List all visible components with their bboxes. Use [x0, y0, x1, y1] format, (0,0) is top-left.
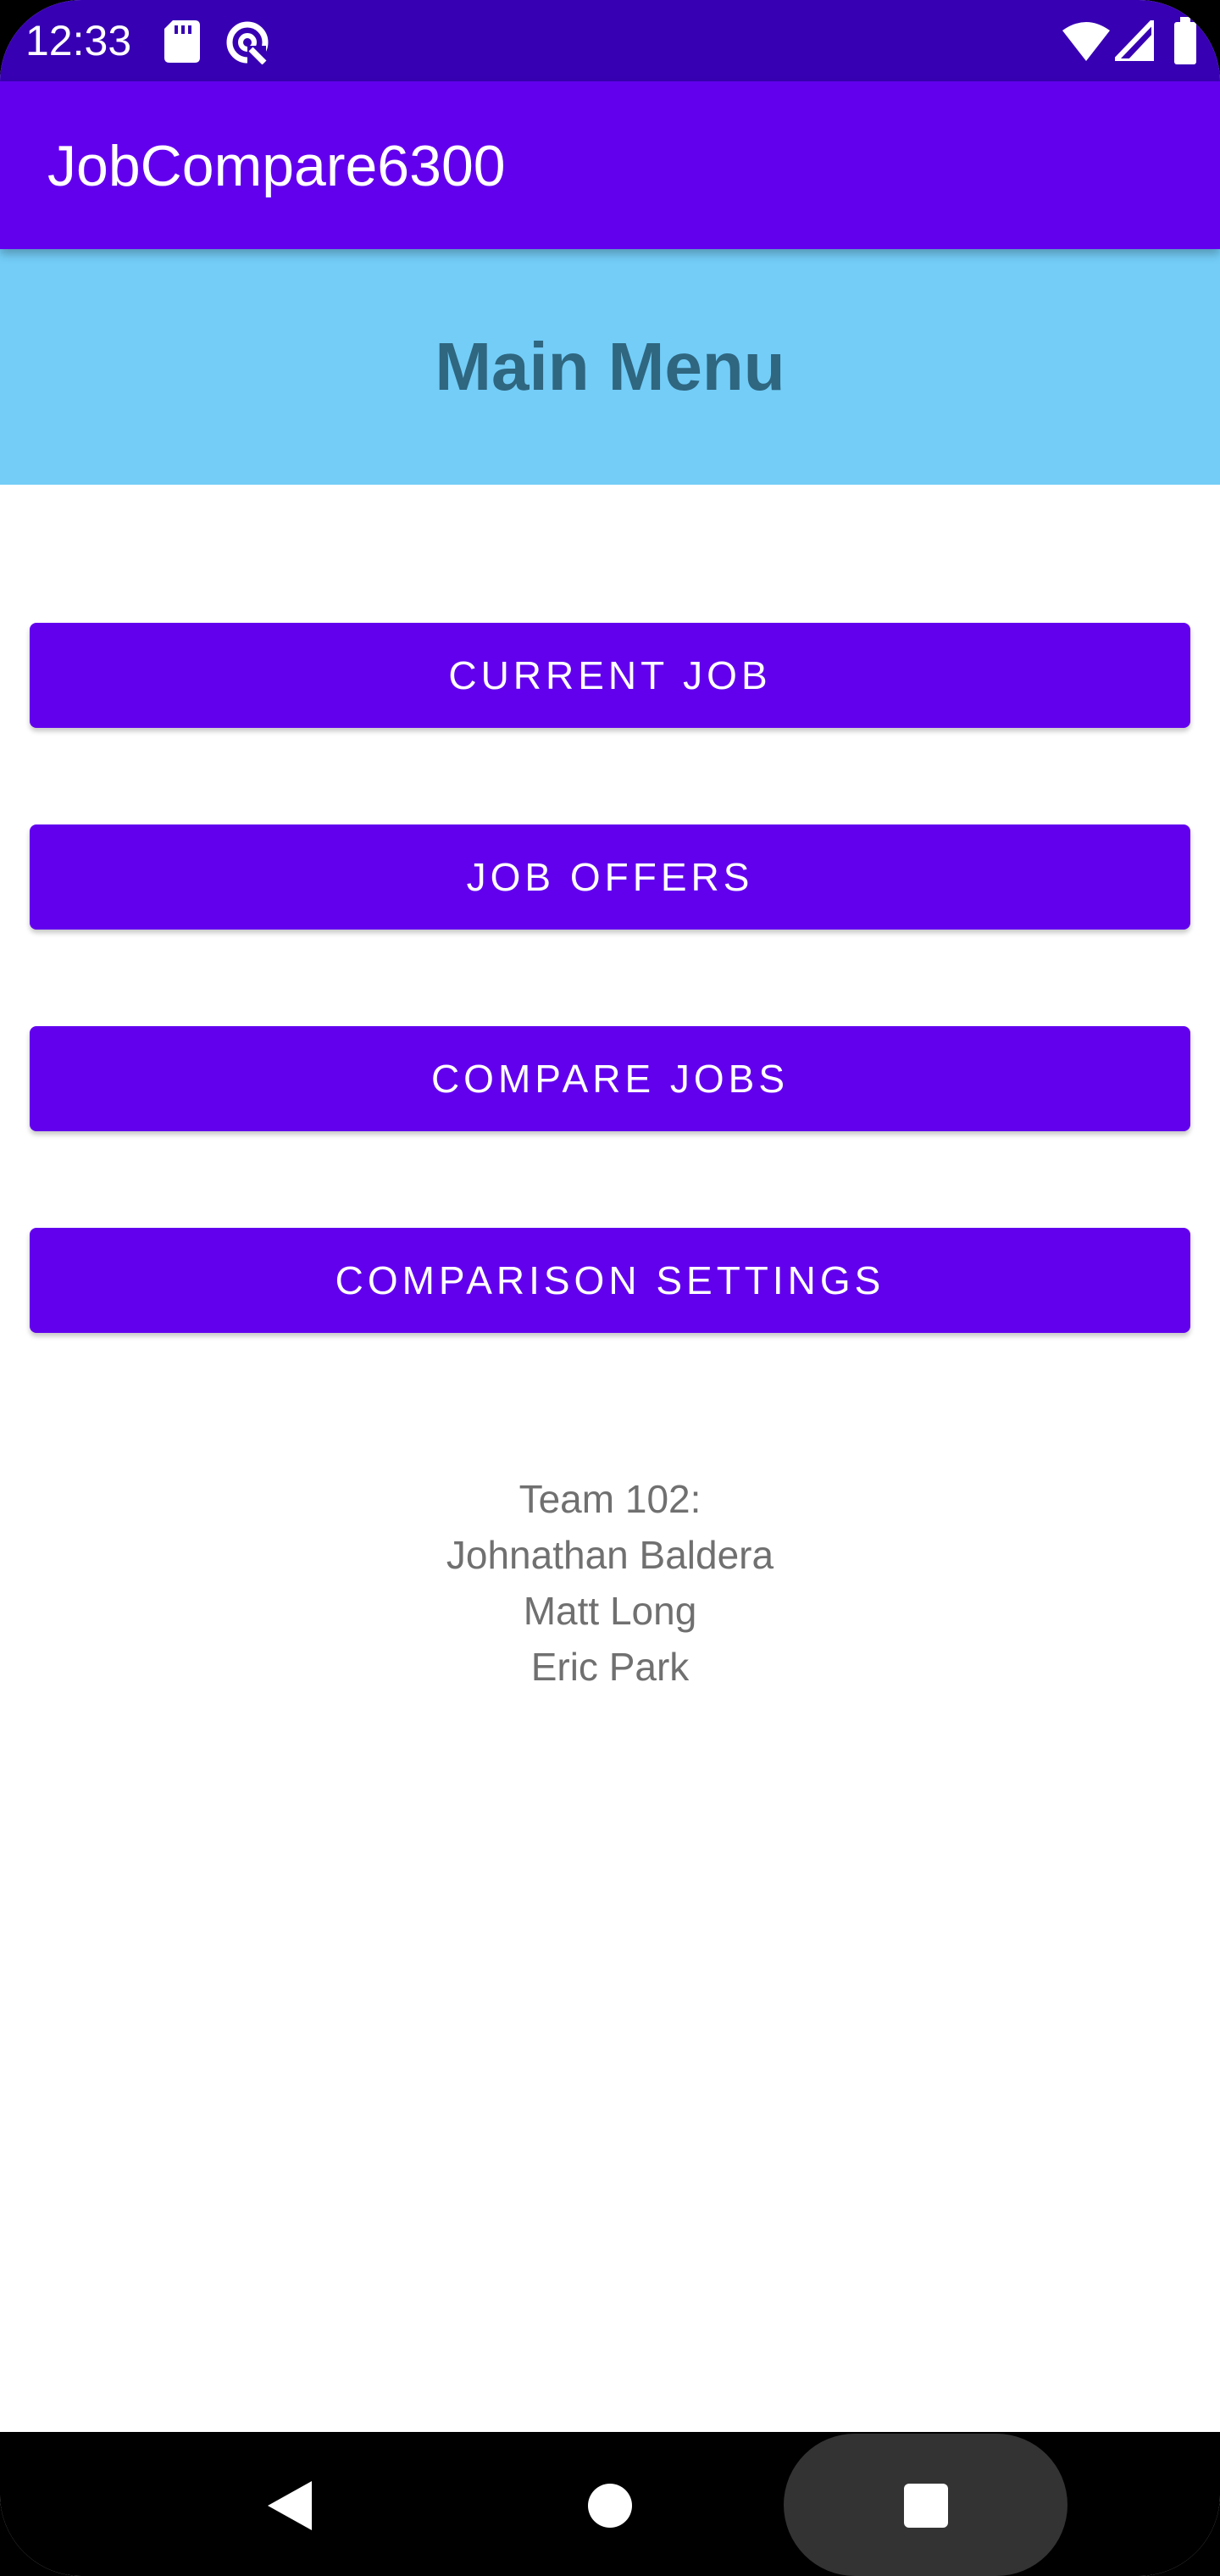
page-title: Main Menu — [435, 329, 785, 404]
sd-card-icon — [164, 20, 200, 63]
status-time: 12:33 — [25, 17, 132, 64]
home-icon[interactable] — [588, 2484, 632, 2528]
team-heading: Team 102: — [518, 1477, 702, 1521]
app-bar: JobCompare6300 — [0, 81, 1220, 249]
compare-jobs-button[interactable]: COMPARE JOBS — [30, 1026, 1190, 1131]
back-icon[interactable] — [268, 2481, 312, 2530]
recents-icon[interactable] — [904, 2484, 948, 2528]
current-job-button[interactable]: CURRENT JOB — [30, 623, 1190, 728]
cell-signal-icon — [1115, 20, 1154, 61]
menu-header: Main Menu — [0, 249, 1220, 485]
status-bar: 12:33 — [0, 0, 1220, 81]
battery-icon — [1174, 17, 1196, 64]
wifi-icon — [1062, 22, 1110, 61]
team-member: Matt Long — [523, 1589, 697, 1633]
data-saver-icon — [226, 21, 269, 64]
device-screen: 12:33 JobCompare6300 Main Menu CURRENT J… — [0, 0, 1220, 2576]
app-title: JobCompare6300 — [47, 134, 506, 198]
team-member: Johnathan Baldera — [446, 1533, 774, 1577]
team-info: Team 102: Johnathan Baldera Matt Long Er… — [0, 1471, 1220, 1695]
team-member: Eric Park — [530, 1645, 690, 1689]
comparison-settings-button[interactable]: COMPARISON SETTINGS — [30, 1228, 1190, 1333]
navigation-bar — [0, 2432, 1220, 2576]
job-offers-button[interactable]: JOB OFFERS — [30, 824, 1190, 930]
